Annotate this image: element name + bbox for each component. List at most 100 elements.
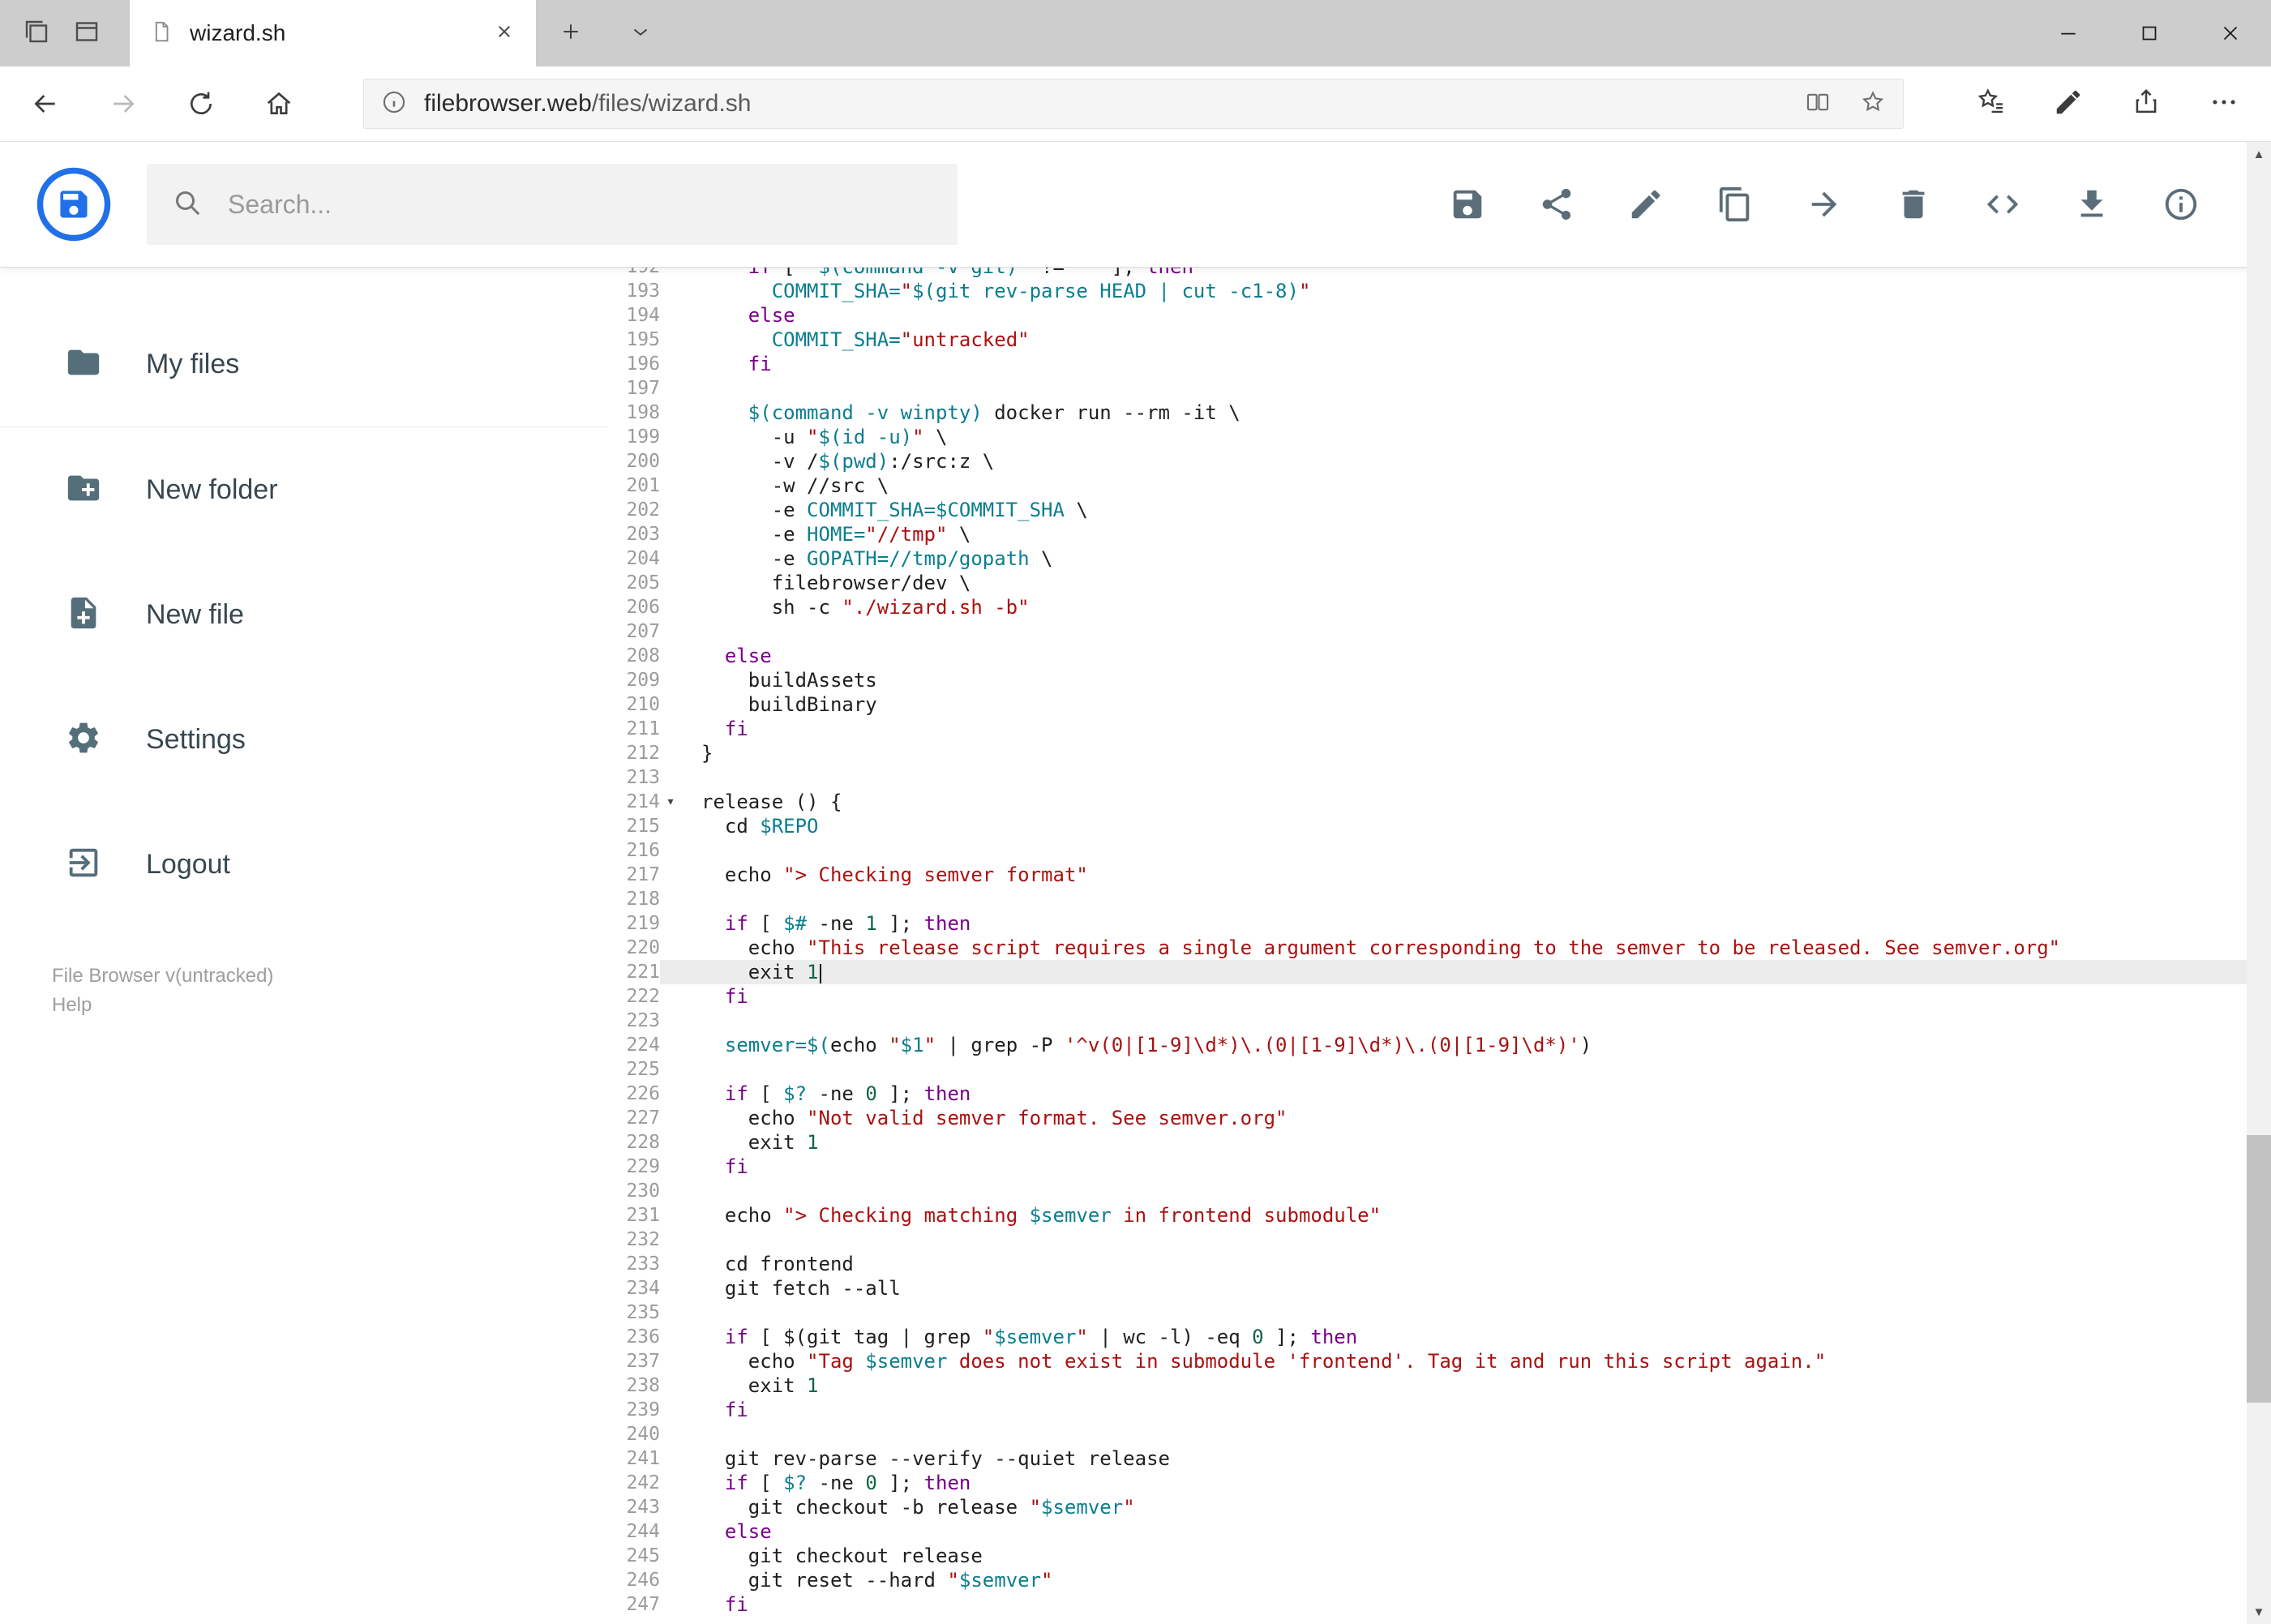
new-tab-button[interactable]	[536, 0, 606, 66]
scroll-down-arrow[interactable]: ▼	[2247, 1600, 2271, 1624]
code-line[interactable]: 201 -w //src \	[608, 473, 2271, 498]
code-line[interactable]: 194 else	[608, 303, 2271, 328]
code-line[interactable]: 216	[608, 838, 2271, 863]
code-line[interactable]: 208 else	[608, 644, 2271, 668]
code-line[interactable]: 243 git checkout -b release "$semver"	[608, 1495, 2271, 1519]
share-file-button[interactable]	[1538, 186, 1575, 223]
hub-button[interactable]	[1952, 66, 2029, 142]
raw-code-button[interactable]	[1984, 186, 2021, 223]
code-line[interactable]: 230	[608, 1179, 2271, 1203]
copy-button[interactable]	[1716, 186, 1754, 223]
close-window-button[interactable]	[2190, 0, 2271, 66]
code-line[interactable]: 210 buildBinary	[608, 692, 2271, 717]
code-line[interactable]: 245 git checkout release	[608, 1544, 2271, 1568]
fold-marker[interactable]: ▾	[660, 790, 681, 814]
address-bar[interactable]: filebrowser.web/files/wizard.sh	[363, 79, 1904, 129]
tab-preview-button[interactable]	[62, 0, 112, 66]
code-line[interactable]: 205 filebrowser/dev \	[608, 571, 2271, 595]
filebrowser-logo[interactable]	[36, 166, 112, 242]
code-line[interactable]: 195 COMMIT_SHA="untracked"	[608, 328, 2271, 352]
save-button[interactable]	[1449, 186, 1486, 223]
maximize-button[interactable]	[2109, 0, 2190, 66]
code-line[interactable]: 214 ▾ release () {	[608, 790, 2271, 814]
info-button[interactable]	[2162, 186, 2200, 223]
code-line[interactable]: 213	[608, 765, 2271, 790]
edit-button[interactable]	[1627, 186, 1665, 223]
code-line[interactable]: 247 fi	[608, 1592, 2271, 1617]
code-line[interactable]: 223	[608, 1009, 2271, 1033]
code-line[interactable]: 221 exit 1	[608, 960, 2271, 984]
code-line[interactable]: 225	[608, 1057, 2271, 1082]
code-line[interactable]: 234 git fetch --all	[608, 1276, 2271, 1300]
refresh-button[interactable]	[162, 66, 240, 142]
search-input[interactable]: Search...	[147, 164, 958, 245]
code-line[interactable]: 240	[608, 1422, 2271, 1446]
help-link[interactable]: Help	[52, 991, 273, 1020]
code-line[interactable]: 206 sh -c "./wizard.sh -b"	[608, 595, 2271, 619]
code-line[interactable]: 238 exit 1	[608, 1373, 2271, 1398]
back-button[interactable]	[6, 66, 84, 142]
code-line[interactable]: 242 if [ $? -ne 0 ]; then	[608, 1471, 2271, 1495]
code-line[interactable]: 198 $(command -v winpty) docker run --rm…	[608, 401, 2271, 425]
scrollbar-thumb[interactable]	[2247, 1135, 2271, 1403]
code-line[interactable]: 233 cd frontend	[608, 1252, 2271, 1276]
code-line[interactable]: 199 -u "$(id -u)" \	[608, 425, 2271, 449]
code-line[interactable]: 224 semver=$(echo "$1" | grep -P '^v(0|[…	[608, 1033, 2271, 1057]
share-button[interactable]	[2107, 66, 2185, 142]
scroll-up-arrow[interactable]: ▲	[2247, 142, 2271, 166]
web-note-button[interactable]	[2029, 66, 2107, 142]
code-line[interactable]: 207	[608, 619, 2271, 644]
favorite-star-icon[interactable]	[1859, 88, 1887, 120]
tab-previews-toggle[interactable]	[606, 0, 675, 66]
reading-view-icon[interactable]	[1804, 88, 1832, 120]
code-line[interactable]: 217 echo "> Checking semver format"	[608, 863, 2271, 887]
tab-close-button[interactable]	[492, 19, 516, 48]
code-line[interactable]: 215 cd $REPO	[608, 814, 2271, 838]
code-line[interactable]: 220 echo "This release script requires a…	[608, 936, 2271, 960]
code-line[interactable]: 232	[608, 1228, 2271, 1252]
code-line[interactable]: 212}	[608, 741, 2271, 765]
code-line[interactable]: 192 if [ "$(command -v git)" != "" ]; th…	[608, 268, 2271, 279]
code-line[interactable]: 235	[608, 1300, 2271, 1325]
browser-tab[interactable]: wizard.sh	[130, 0, 536, 66]
code-line[interactable]: 219 if [ $# -ne 1 ]; then	[608, 911, 2271, 936]
code-line[interactable]: 218	[608, 887, 2271, 911]
code-line[interactable]: 211 fi	[608, 717, 2271, 741]
code-line[interactable]: 204 -e GOPATH=//tmp/gopath \	[608, 546, 2271, 571]
code-line[interactable]: 231 echo "> Checking matching $semver in…	[608, 1203, 2271, 1228]
code-line[interactable]: 196 fi	[608, 352, 2271, 376]
code-line[interactable]: 227 echo "Not valid semver format. See s…	[608, 1106, 2271, 1130]
code-editor[interactable]: 192 if [ "$(command -v git)" != "" ]; th…	[608, 268, 2271, 1624]
line-number: 197	[608, 376, 660, 401]
code-line[interactable]: 244 else	[608, 1519, 2271, 1544]
move-button[interactable]	[1806, 186, 1843, 223]
code-line[interactable]: 200 -v /$(pwd):/src:z \	[608, 449, 2271, 473]
code-line[interactable]: 228 exit 1	[608, 1130, 2271, 1155]
tab-stack-button[interactable]	[11, 0, 62, 66]
download-button[interactable]	[2073, 186, 2110, 223]
more-button[interactable]	[2185, 66, 2263, 142]
page-scrollbar[interactable]: ▲ ▼	[2247, 142, 2271, 1624]
code-line[interactable]: 246 git reset --hard "$semver"	[608, 1568, 2271, 1592]
sidebar-item-logout[interactable]: Logout	[0, 802, 608, 927]
sidebar-item-settings[interactable]: Settings	[0, 677, 608, 802]
code-line[interactable]: 239 fi	[608, 1398, 2271, 1422]
sidebar-item-new-file[interactable]: New file	[0, 552, 608, 677]
code-line[interactable]: 222 fi	[608, 984, 2271, 1009]
code-line[interactable]: 236 if [ $(git tag | grep "$semver" | wc…	[608, 1325, 2271, 1349]
code-line[interactable]: 193 COMMIT_SHA="$(git rev-parse HEAD | c…	[608, 279, 2271, 303]
code-line[interactable]: 203 -e HOME="//tmp" \	[608, 522, 2271, 546]
sidebar-item-new-folder[interactable]: New folder	[0, 427, 608, 552]
code-line[interactable]: 202 -e COMMIT_SHA=$COMMIT_SHA \	[608, 498, 2271, 522]
code-line[interactable]: 197	[608, 376, 2271, 401]
code-line[interactable]: 229 fi	[608, 1155, 2271, 1179]
code-line[interactable]: 237 echo "Tag $semver does not exist in …	[608, 1349, 2271, 1373]
home-button[interactable]	[240, 66, 318, 142]
site-info-icon[interactable]	[380, 88, 408, 120]
sidebar-item-my-files[interactable]: My files	[0, 302, 608, 426]
code-line[interactable]: 241 git rev-parse --verify --quiet relea…	[608, 1446, 2271, 1471]
delete-button[interactable]	[1895, 186, 1932, 223]
code-line[interactable]: 226 if [ $? -ne 0 ]; then	[608, 1082, 2271, 1106]
code-line[interactable]: 209 buildAssets	[608, 668, 2271, 692]
minimize-button[interactable]	[2028, 0, 2109, 66]
